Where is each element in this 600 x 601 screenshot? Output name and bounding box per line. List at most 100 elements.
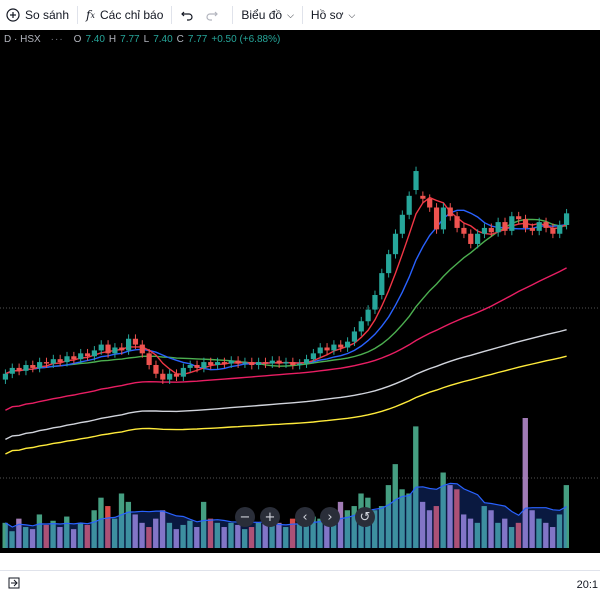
- candle-body: [235, 360, 241, 364]
- reset-chart-button[interactable]: ↺: [355, 507, 375, 527]
- candle-body: [50, 359, 56, 364]
- candle-body: [208, 362, 214, 365]
- candle-body: [43, 362, 50, 364]
- candle-body: [413, 171, 419, 190]
- chart-menu-button[interactable]: Biểu đồ ⌵: [235, 0, 300, 30]
- compare-label: So sánh: [25, 8, 70, 22]
- fx-icon: fx: [86, 8, 96, 22]
- redo-button[interactable]: [205, 0, 230, 30]
- candle-body: [71, 356, 77, 360]
- candle-body: [37, 362, 43, 368]
- chart-pane[interactable]: Tháng 414Tháng Năm17Tháng 614Tháng 71930…: [0, 30, 600, 553]
- candle-body: [461, 227, 467, 234]
- candle-body: [16, 367, 22, 371]
- toolbar-divider: [77, 6, 79, 24]
- candle-body: [201, 362, 207, 368]
- candle-body: [502, 222, 508, 231]
- ma-yellow-line: [5, 355, 567, 455]
- zoom-out-button[interactable]: −: [235, 507, 255, 527]
- candle-body: [529, 227, 535, 231]
- candle-body: [420, 195, 426, 199]
- ma-red-line: [5, 196, 567, 376]
- candle-body: [516, 216, 522, 220]
- more-icon[interactable]: ···: [51, 34, 64, 45]
- candle-body: [256, 362, 262, 365]
- scroll-right-button[interactable]: ›: [320, 507, 340, 527]
- candle-body: [78, 353, 84, 360]
- ma-white-line: [5, 329, 567, 441]
- candle-body: [84, 353, 91, 357]
- candle-body: [276, 360, 282, 364]
- candle-body: [344, 341, 351, 348]
- indicators-button[interactable]: fx Các chỉ báo: [80, 0, 169, 30]
- export-icon[interactable]: [8, 577, 20, 592]
- candle-body: [214, 362, 221, 365]
- candle-body: [454, 216, 460, 228]
- candle-body: [290, 362, 296, 365]
- ma-blue-line: [5, 209, 567, 375]
- candle-body: [153, 365, 159, 374]
- zoom-in-button[interactable]: +: [260, 507, 280, 527]
- price-chart[interactable]: Tháng 414Tháng Năm17Tháng 614Tháng 71930: [0, 30, 600, 553]
- candle-body: [242, 362, 248, 364]
- candle-body: [91, 350, 97, 357]
- candle-body: [105, 344, 111, 354]
- candle-body: [447, 207, 453, 217]
- candle-body: [249, 362, 255, 365]
- toolbar-divider: [171, 6, 173, 24]
- candle-body: [338, 344, 344, 348]
- candle-body: [331, 344, 337, 351]
- undo-button[interactable]: [174, 0, 205, 30]
- high-key: H: [108, 34, 117, 45]
- indicators-label: Các chỉ báo: [100, 8, 164, 22]
- candle-body: [440, 207, 446, 230]
- open-key: O: [73, 34, 82, 45]
- candle-body: [57, 359, 63, 363]
- candle-body: [9, 367, 15, 374]
- open-value: 7.40: [85, 34, 105, 45]
- minus-icon: −: [239, 509, 251, 525]
- candle-body: [173, 373, 180, 377]
- reset-icon: ↺: [359, 509, 371, 525]
- chart-menu-label: Biểu đồ: [241, 8, 283, 22]
- candle-body: [30, 365, 36, 368]
- scroll-left-button[interactable]: ‹: [295, 507, 315, 527]
- candle-body: [550, 227, 556, 234]
- candle-body: [112, 347, 118, 354]
- close-key: C: [176, 34, 184, 45]
- profile-menu-button[interactable]: Hồ sơ ⌵: [305, 0, 361, 30]
- candle-body: [386, 254, 392, 274]
- time-display: 20:1: [576, 579, 598, 591]
- redo-icon: [205, 8, 219, 22]
- candle-body: [433, 207, 440, 230]
- change-value: +0.50 (+6.88%): [211, 34, 281, 45]
- chevron-down-icon: ⌵: [287, 9, 294, 20]
- toolbar-divider: [301, 6, 303, 24]
- candle-body: [187, 365, 193, 368]
- candle-body: [98, 344, 104, 351]
- candle-body: [427, 198, 433, 208]
- close-value: 7.77: [187, 34, 208, 45]
- toolbar-divider: [232, 6, 234, 24]
- top-toolbar: So sánh fx Các chỉ báo Biểu đồ ⌵ Hồ sơ ⌵: [0, 0, 600, 31]
- candle-body: [543, 222, 549, 228]
- candle-body: [358, 321, 364, 332]
- candle-body: [303, 359, 310, 364]
- candle-body: [64, 356, 70, 363]
- candle-body: [283, 362, 289, 364]
- candle-body: [310, 353, 316, 360]
- candle-body: [536, 222, 542, 231]
- candle-body: [475, 233, 481, 244]
- candle-body: [557, 225, 563, 234]
- candle-body: [269, 360, 275, 364]
- ma-magenta-line: [5, 267, 567, 411]
- undo-icon: [180, 8, 194, 22]
- add-circle-icon: [6, 8, 20, 22]
- compare-button[interactable]: So sánh: [0, 0, 75, 30]
- candle-body: [324, 347, 330, 351]
- candle-body: [392, 233, 399, 255]
- candle-body: [488, 227, 494, 233]
- candle-body: [139, 344, 145, 354]
- candle-body: [522, 219, 529, 228]
- candle-body: [228, 360, 234, 364]
